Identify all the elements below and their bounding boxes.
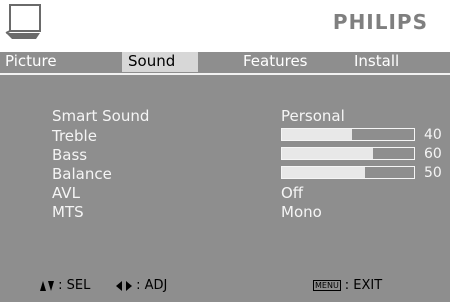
tv-icon bbox=[5, 4, 41, 39]
tab-divider bbox=[0, 73, 450, 75]
balance-slider[interactable] bbox=[281, 166, 415, 179]
header-bar: PHILIPS bbox=[0, 0, 450, 52]
bass-slider-fill bbox=[282, 148, 374, 159]
adj-hint: : ADJ bbox=[116, 275, 167, 297]
left-right-arrows-icon bbox=[116, 280, 132, 291]
tv-osd-menu: PHILIPS Picture Sound Features Install S… bbox=[0, 0, 450, 302]
tab-picture[interactable]: Picture bbox=[5, 52, 57, 72]
treble-slider[interactable] bbox=[281, 128, 415, 141]
footer-hints: : SEL : ADJ MENU: EXIT bbox=[0, 275, 450, 297]
treble-slider-fill bbox=[282, 129, 352, 140]
adj-label: : ADJ bbox=[136, 278, 168, 293]
mts-value[interactable]: Mono bbox=[281, 204, 322, 221]
tab-install[interactable]: Install bbox=[354, 52, 399, 72]
tab-features[interactable]: Features bbox=[243, 52, 308, 72]
menu-tabs: Picture Sound Features Install bbox=[0, 52, 450, 72]
tab-sound[interactable]: Sound bbox=[122, 52, 198, 72]
up-down-arrows-icon bbox=[40, 280, 54, 291]
avl-value[interactable]: Off bbox=[281, 185, 303, 202]
balance-slider-fill bbox=[282, 167, 366, 178]
smart-sound-label: Smart Sound bbox=[52, 107, 150, 125]
bass-slider[interactable] bbox=[281, 147, 415, 160]
balance-label: Balance bbox=[52, 165, 112, 183]
sel-label: : SEL bbox=[58, 278, 91, 293]
exit-hint: MENU: EXIT bbox=[313, 275, 382, 297]
sel-hint: : SEL bbox=[40, 275, 90, 297]
smart-sound-value[interactable]: Personal bbox=[281, 108, 345, 125]
bass-value: 60 bbox=[424, 146, 442, 162]
exit-label: : EXIT bbox=[344, 278, 383, 293]
brand-logo: PHILIPS bbox=[332, 10, 428, 34]
mts-label: MTS bbox=[52, 203, 84, 221]
balance-value: 50 bbox=[424, 165, 442, 181]
bass-label: Bass bbox=[52, 146, 88, 164]
treble-label: Treble bbox=[52, 127, 97, 145]
treble-value: 40 bbox=[424, 127, 442, 143]
menu-key-icon: MENU bbox=[313, 280, 341, 291]
avl-label: AVL bbox=[52, 184, 80, 202]
